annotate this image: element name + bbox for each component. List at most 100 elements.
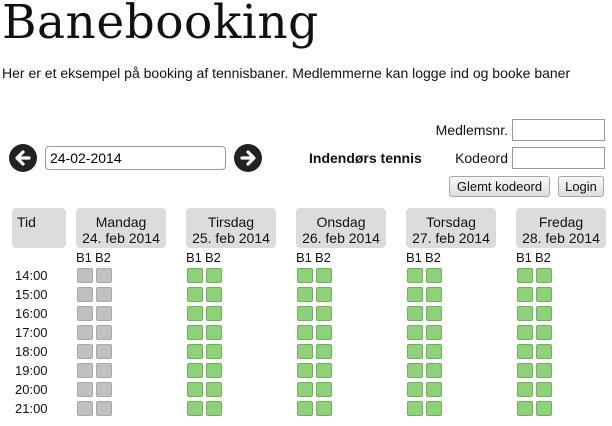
available-slot[interactable]	[426, 306, 442, 321]
available-slot[interactable]	[536, 287, 552, 302]
court-label: B1	[296, 250, 312, 265]
available-slot[interactable]	[297, 401, 313, 416]
available-slot[interactable]	[187, 268, 203, 283]
day-date: 27. feb 2014	[412, 230, 490, 246]
available-slot[interactable]	[187, 306, 203, 321]
available-slot[interactable]	[536, 306, 552, 321]
day-date: 25. feb 2014	[192, 230, 270, 246]
available-slot[interactable]	[517, 382, 533, 397]
available-slot[interactable]	[517, 287, 533, 302]
court-label: B2	[95, 250, 111, 265]
available-slot[interactable]	[206, 382, 222, 397]
unavailable-slot	[96, 287, 112, 302]
date-input[interactable]	[45, 146, 226, 170]
time-label: 17:00	[15, 325, 48, 340]
available-slot[interactable]	[187, 325, 203, 340]
court-label: B1	[516, 250, 532, 265]
available-slot[interactable]	[536, 344, 552, 359]
available-slot[interactable]	[297, 306, 313, 321]
available-slot[interactable]	[517, 306, 533, 321]
available-slot[interactable]	[426, 268, 442, 283]
available-slot[interactable]	[517, 344, 533, 359]
court-label: B1	[76, 250, 92, 265]
available-slot[interactable]	[316, 344, 332, 359]
available-slot[interactable]	[517, 363, 533, 378]
available-slot[interactable]	[426, 382, 442, 397]
time-label: 20:00	[15, 382, 48, 397]
available-slot[interactable]	[206, 363, 222, 378]
day-header: Fredag 28. feb 2014	[516, 208, 606, 248]
available-slot[interactable]	[536, 401, 552, 416]
available-slot[interactable]	[297, 344, 313, 359]
day-header: Onsdag 26. feb 2014	[296, 208, 386, 248]
available-slot[interactable]	[517, 325, 533, 340]
available-slot[interactable]	[517, 401, 533, 416]
unavailable-slot	[96, 306, 112, 321]
available-slot[interactable]	[297, 287, 313, 302]
available-slot[interactable]	[187, 287, 203, 302]
available-slot[interactable]	[407, 401, 423, 416]
available-slot[interactable]	[426, 325, 442, 340]
available-slot[interactable]	[206, 401, 222, 416]
arrow-right-icon	[240, 150, 256, 166]
day-name: Mandag	[95, 214, 147, 230]
available-slot[interactable]	[187, 344, 203, 359]
day-name: Tirsdag	[207, 214, 255, 230]
available-slot[interactable]	[536, 268, 552, 283]
next-week-button[interactable]	[234, 144, 262, 172]
time-label: 14:00	[15, 268, 48, 283]
day-date: 24. feb 2014	[82, 230, 160, 246]
available-slot[interactable]	[206, 344, 222, 359]
court-label: B1	[186, 250, 202, 265]
available-slot[interactable]	[407, 363, 423, 378]
available-slot[interactable]	[426, 287, 442, 302]
available-slot[interactable]	[407, 344, 423, 359]
previous-week-button[interactable]	[9, 144, 37, 172]
available-slot[interactable]	[297, 325, 313, 340]
available-slot[interactable]	[407, 287, 423, 302]
available-slot[interactable]	[316, 287, 332, 302]
available-slot[interactable]	[206, 287, 222, 302]
available-slot[interactable]	[187, 401, 203, 416]
available-slot[interactable]	[536, 363, 552, 378]
login-button[interactable]: Login	[558, 176, 604, 197]
unavailable-slot	[77, 287, 93, 302]
unavailable-slot	[77, 344, 93, 359]
available-slot[interactable]	[316, 401, 332, 416]
available-slot[interactable]	[536, 382, 552, 397]
available-slot[interactable]	[407, 306, 423, 321]
available-slot[interactable]	[316, 306, 332, 321]
day-name: Torsdag	[426, 214, 476, 230]
forgot-password-button[interactable]: Glemt kodeord	[449, 176, 550, 197]
available-slot[interactable]	[316, 268, 332, 283]
court-label: B2	[425, 250, 441, 265]
available-slot[interactable]	[316, 382, 332, 397]
court-label: B2	[315, 250, 331, 265]
unavailable-slot	[77, 268, 93, 283]
available-slot[interactable]	[316, 325, 332, 340]
time-label: 15:00	[15, 287, 48, 302]
available-slot[interactable]	[187, 382, 203, 397]
available-slot[interactable]	[536, 325, 552, 340]
available-slot[interactable]	[297, 268, 313, 283]
available-slot[interactable]	[517, 268, 533, 283]
available-slot[interactable]	[297, 382, 313, 397]
available-slot[interactable]	[407, 382, 423, 397]
member-number-input[interactable]	[512, 119, 605, 141]
available-slot[interactable]	[297, 363, 313, 378]
available-slot[interactable]	[426, 344, 442, 359]
available-slot[interactable]	[187, 363, 203, 378]
time-label: 21:00	[15, 401, 48, 416]
arrow-left-icon	[15, 150, 31, 166]
available-slot[interactable]	[426, 401, 442, 416]
available-slot[interactable]	[206, 325, 222, 340]
available-slot[interactable]	[316, 363, 332, 378]
available-slot[interactable]	[407, 325, 423, 340]
available-slot[interactable]	[426, 363, 442, 378]
available-slot[interactable]	[407, 268, 423, 283]
available-slot[interactable]	[206, 268, 222, 283]
available-slot[interactable]	[206, 306, 222, 321]
unavailable-slot	[96, 268, 112, 283]
password-input[interactable]	[512, 147, 605, 169]
day-date: 26. feb 2014	[302, 230, 380, 246]
